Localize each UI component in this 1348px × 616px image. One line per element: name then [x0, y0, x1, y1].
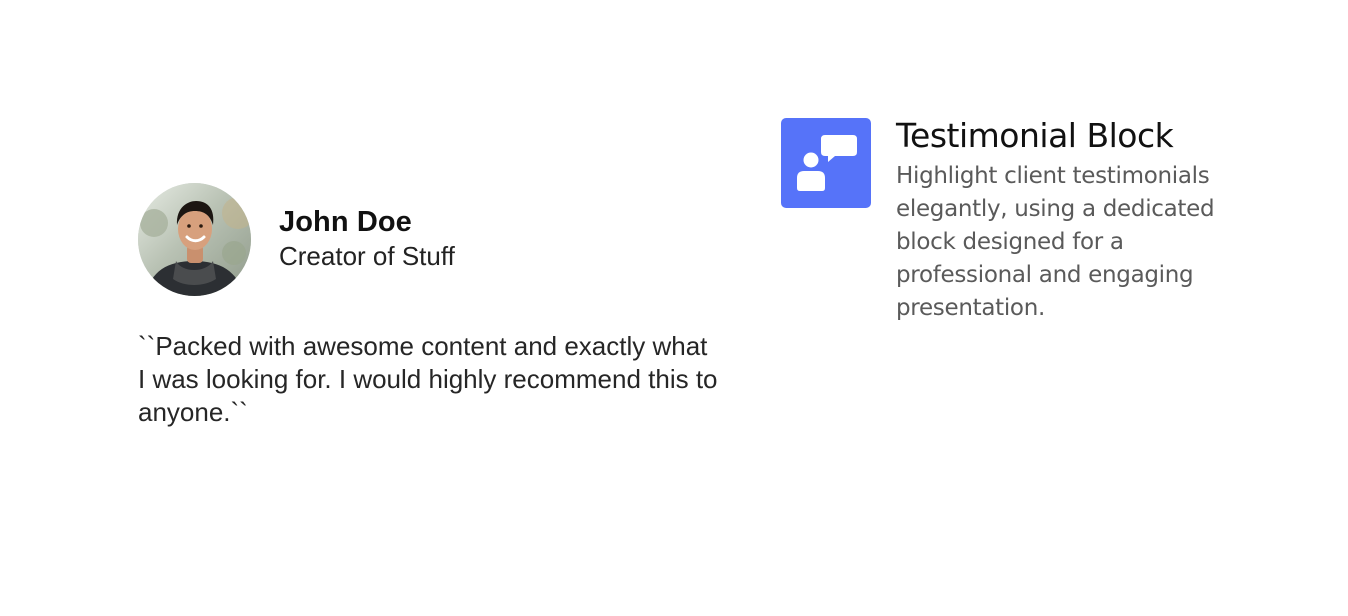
avatar-photo-icon: [138, 183, 251, 296]
testimonial-card: John Doe Creator of Stuff ``Packed with …: [138, 183, 738, 455]
testimonial-quote: ``Packed with awesome content and exactl…: [138, 331, 718, 427]
testimonial-author: John Doe Creator of Stuff: [138, 183, 738, 296]
feature-block: Testimonial Block Highlight client testi…: [781, 118, 1246, 325]
chat-user-icon: [781, 118, 871, 208]
feature-title: Testimonial Block: [896, 116, 1174, 155]
author-role: Creator of Stuff: [279, 241, 455, 271]
author-meta: John Doe Creator of Stuff: [279, 204, 455, 273]
feature-description: Highlight client testimonials elegantly,…: [896, 163, 1215, 321]
author-name: John Doe: [279, 206, 412, 238]
feature-text: Testimonial Block Highlight client testi…: [896, 118, 1246, 325]
avatar: [138, 183, 251, 296]
